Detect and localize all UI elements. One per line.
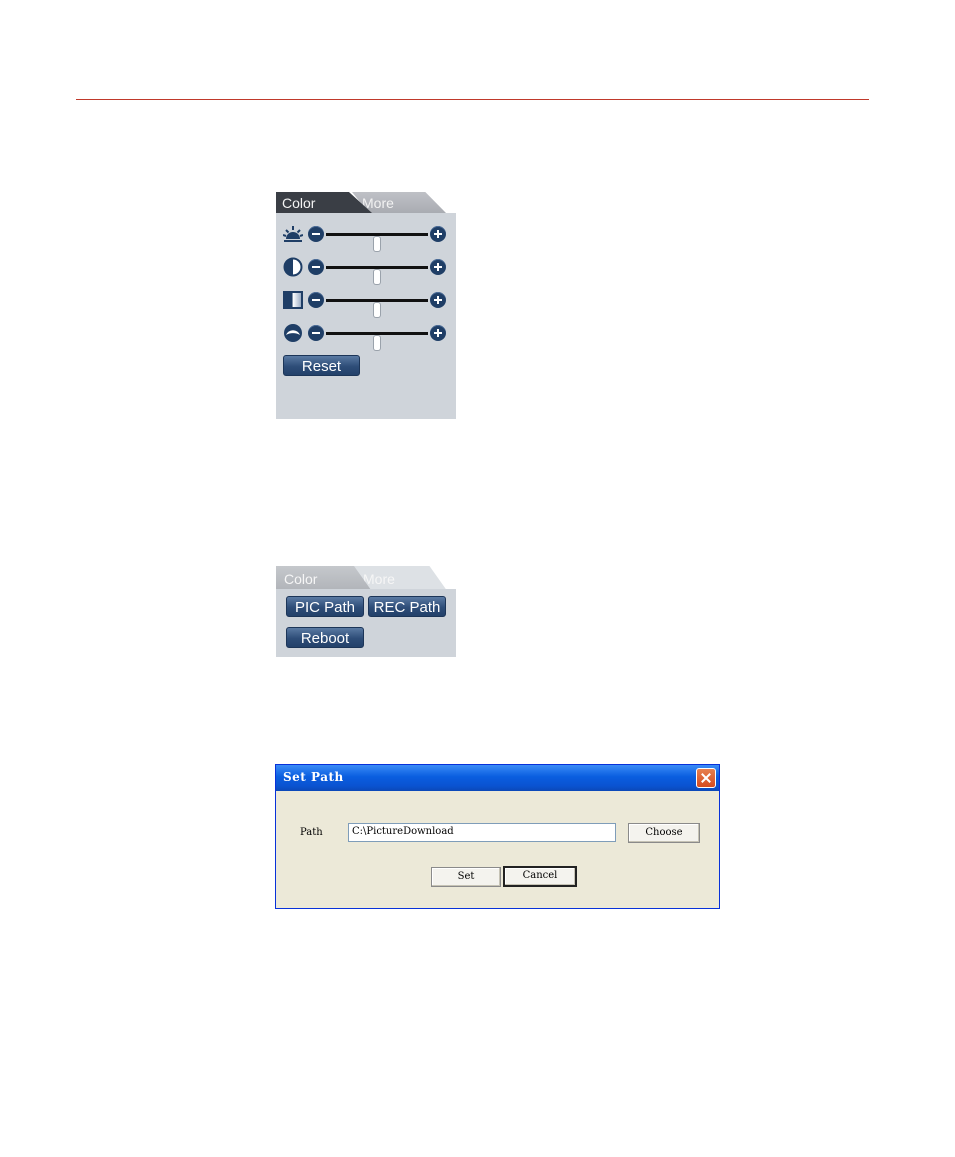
contrast-slider-track[interactable] bbox=[326, 266, 428, 284]
brightness-slider-track[interactable] bbox=[326, 233, 428, 251]
contrast-icon bbox=[283, 257, 303, 277]
saturation-slider-row bbox=[281, 289, 453, 317]
hue-slider-track[interactable] bbox=[326, 332, 428, 350]
close-icon[interactable] bbox=[696, 768, 716, 788]
saturation-icon bbox=[283, 291, 303, 309]
reset-button[interactable]: Reset bbox=[283, 355, 360, 376]
tab-more[interactable]: More bbox=[354, 566, 456, 589]
hue-increase-button[interactable] bbox=[430, 325, 446, 341]
saturation-slider-track[interactable] bbox=[326, 299, 428, 317]
saturation-decrease-button[interactable] bbox=[308, 292, 324, 308]
dialog-titlebar[interactable]: Set Path bbox=[276, 765, 719, 791]
contrast-decrease-button[interactable] bbox=[308, 259, 324, 275]
hue-slider-thumb[interactable] bbox=[374, 336, 380, 350]
cancel-button[interactable]: Cancel bbox=[503, 866, 577, 887]
hue-slider-row bbox=[281, 322, 453, 350]
hue-decrease-button[interactable] bbox=[308, 325, 324, 341]
saturation-increase-button[interactable] bbox=[430, 292, 446, 308]
hue-icon bbox=[284, 324, 302, 342]
choose-button[interactable]: Choose bbox=[628, 823, 700, 843]
brightness-slider-thumb[interactable] bbox=[374, 237, 380, 251]
contrast-slider-thumb[interactable] bbox=[374, 270, 380, 284]
brightness-slider-row bbox=[281, 223, 453, 251]
pic-path-button[interactable]: PIC Path bbox=[286, 596, 364, 617]
brightness-icon bbox=[283, 226, 303, 242]
dialog-title: Set Path bbox=[283, 770, 344, 784]
color-panel-body: Reset bbox=[276, 213, 456, 419]
reboot-button[interactable]: Reboot bbox=[286, 627, 364, 648]
set-path-dialog: Set Path Path C:\PictureDownload Choose … bbox=[275, 764, 720, 909]
tab-bar: More Color bbox=[276, 189, 456, 213]
color-panel: More Color Reset bbox=[276, 189, 456, 419]
saturation-slider-thumb[interactable] bbox=[374, 303, 380, 317]
tab-bar: Color More bbox=[276, 565, 456, 589]
path-input[interactable]: C:\PictureDownload bbox=[348, 823, 616, 842]
path-label: Path bbox=[300, 827, 323, 838]
set-button[interactable]: Set bbox=[431, 867, 501, 887]
header-rule bbox=[76, 99, 869, 100]
brightness-decrease-button[interactable] bbox=[308, 226, 324, 242]
more-panel: Color More PIC Path REC Path Reboot bbox=[276, 565, 456, 657]
contrast-slider-row bbox=[281, 256, 453, 284]
more-panel-body: PIC Path REC Path Reboot bbox=[276, 589, 456, 657]
rec-path-button[interactable]: REC Path bbox=[368, 596, 446, 617]
contrast-increase-button[interactable] bbox=[430, 259, 446, 275]
brightness-increase-button[interactable] bbox=[430, 226, 446, 242]
